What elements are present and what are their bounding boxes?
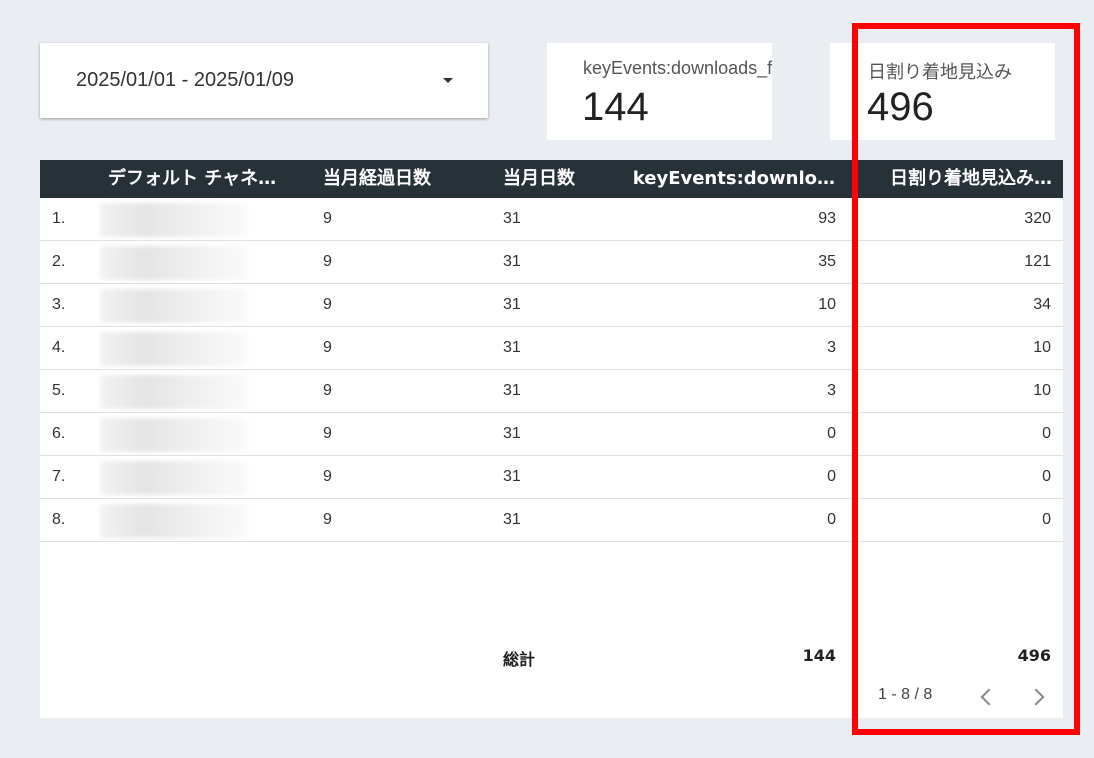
scorecard-label: 日割り着地見込み xyxy=(868,62,1012,82)
table-row: 8. 9 31 0 0 xyxy=(40,499,1063,542)
downloads-cell: 93 xyxy=(818,210,836,227)
forecast-cell: 121 xyxy=(1024,253,1051,270)
channel-cell-redacted xyxy=(100,413,248,455)
forecast-cell: 10 xyxy=(1033,339,1051,356)
month-days-cell: 31 xyxy=(503,296,521,313)
downloads-cell: 3 xyxy=(827,339,836,356)
column-header-channel[interactable]: デフォルト チャネ… xyxy=(108,160,303,198)
elapsed-days-cell: 9 xyxy=(323,468,332,485)
downloads-cell: 3 xyxy=(827,382,836,399)
scorecard-downloads: keyEvents:downloads_fi 144 xyxy=(547,43,772,140)
column-header-elapsed-days[interactable]: 当月経過日数 xyxy=(323,160,488,198)
redacted-blur xyxy=(100,375,248,409)
month-days-cell: 31 xyxy=(503,511,521,528)
row-index: 5. xyxy=(52,382,66,399)
scorecard-value: 496 xyxy=(867,85,934,129)
table-row: 3. 9 31 10 34 xyxy=(40,284,1063,327)
forecast-cell: 10 xyxy=(1033,382,1051,399)
month-days-cell: 31 xyxy=(503,425,521,442)
column-header-downloads[interactable]: keyEvents:downlo… xyxy=(630,160,835,198)
row-index: 7. xyxy=(52,468,66,485)
redacted-blur xyxy=(100,504,248,538)
table-row: 7. 9 31 0 0 xyxy=(40,456,1063,499)
date-range-text: 2025/01/01 - 2025/01/09 xyxy=(76,69,294,91)
total-downloads: 144 xyxy=(802,646,836,665)
row-index: 8. xyxy=(52,511,66,528)
forecast-cell: 0 xyxy=(1042,425,1051,442)
downloads-cell: 10 xyxy=(818,296,836,313)
month-days-cell: 31 xyxy=(503,468,521,485)
forecast-cell: 0 xyxy=(1042,511,1051,528)
scorecard-label: keyEvents:downloads_fi xyxy=(583,58,772,78)
channel-cell-redacted xyxy=(100,198,248,240)
row-index: 3. xyxy=(52,296,66,313)
redacted-blur xyxy=(100,203,248,237)
table-row: 5. 9 31 3 10 xyxy=(40,370,1063,413)
channel-cell-redacted xyxy=(100,327,248,369)
month-days-cell: 31 xyxy=(503,253,521,270)
pagination-range: 1 - 8 / 8 xyxy=(878,686,933,703)
elapsed-days-cell: 9 xyxy=(323,296,332,313)
forecast-cell: 34 xyxy=(1033,296,1051,313)
chevron-left-icon[interactable] xyxy=(980,688,998,706)
table-row: 4. 9 31 3 10 xyxy=(40,327,1063,370)
elapsed-days-cell: 9 xyxy=(323,339,332,356)
elapsed-days-cell: 9 xyxy=(323,210,332,227)
chevron-right-icon[interactable] xyxy=(1027,688,1045,706)
table-total-row: 総計 144 496 xyxy=(40,640,1063,672)
forecast-cell: 320 xyxy=(1024,210,1051,227)
data-table: デフォルト チャネ… 当月経過日数 当月日数 keyEvents:downlo…… xyxy=(40,160,1063,718)
date-range-picker[interactable]: 2025/01/01 - 2025/01/09 xyxy=(40,43,488,118)
scorecard-value: 144 xyxy=(582,85,649,129)
channel-cell-redacted xyxy=(100,499,248,541)
row-index: 1. xyxy=(52,210,66,227)
month-days-cell: 31 xyxy=(503,382,521,399)
table-row: 2. 9 31 35 121 xyxy=(40,241,1063,284)
row-index: 6. xyxy=(52,425,66,442)
total-label: 総計 xyxy=(503,650,536,669)
month-days-cell: 31 xyxy=(503,339,521,356)
elapsed-days-cell: 9 xyxy=(323,425,332,442)
elapsed-days-cell: 9 xyxy=(323,511,332,528)
elapsed-days-cell: 9 xyxy=(323,382,332,399)
column-header-month-days[interactable]: 当月日数 xyxy=(503,160,623,198)
caret-down-icon[interactable] xyxy=(443,78,453,83)
redacted-blur xyxy=(100,332,248,366)
redacted-blur xyxy=(100,246,248,280)
row-index: 4. xyxy=(52,339,66,356)
table-row: 1. 9 31 93 320 xyxy=(40,198,1063,241)
channel-cell-redacted xyxy=(100,241,248,283)
downloads-cell: 0 xyxy=(827,511,836,528)
row-index: 2. xyxy=(52,253,66,270)
month-days-cell: 31 xyxy=(503,210,521,227)
downloads-cell: 35 xyxy=(818,253,836,270)
channel-cell-redacted xyxy=(100,456,248,498)
total-forecast: 496 xyxy=(1017,646,1051,665)
channel-cell-redacted xyxy=(100,370,248,412)
scorecard-daily-forecast: 日割り着地見込み 496 xyxy=(830,43,1055,140)
elapsed-days-cell: 9 xyxy=(323,253,332,270)
column-header-daily-forecast[interactable]: 日割り着地見込み… xyxy=(853,160,1052,198)
redacted-blur xyxy=(100,418,248,452)
table-header: デフォルト チャネ… 当月経過日数 当月日数 keyEvents:downlo…… xyxy=(40,160,1063,198)
redacted-blur xyxy=(100,289,248,323)
downloads-cell: 0 xyxy=(827,425,836,442)
downloads-cell: 0 xyxy=(827,468,836,485)
table-row: 6. 9 31 0 0 xyxy=(40,413,1063,456)
channel-cell-redacted xyxy=(100,284,248,326)
forecast-cell: 0 xyxy=(1042,468,1051,485)
redacted-blur xyxy=(100,461,248,495)
